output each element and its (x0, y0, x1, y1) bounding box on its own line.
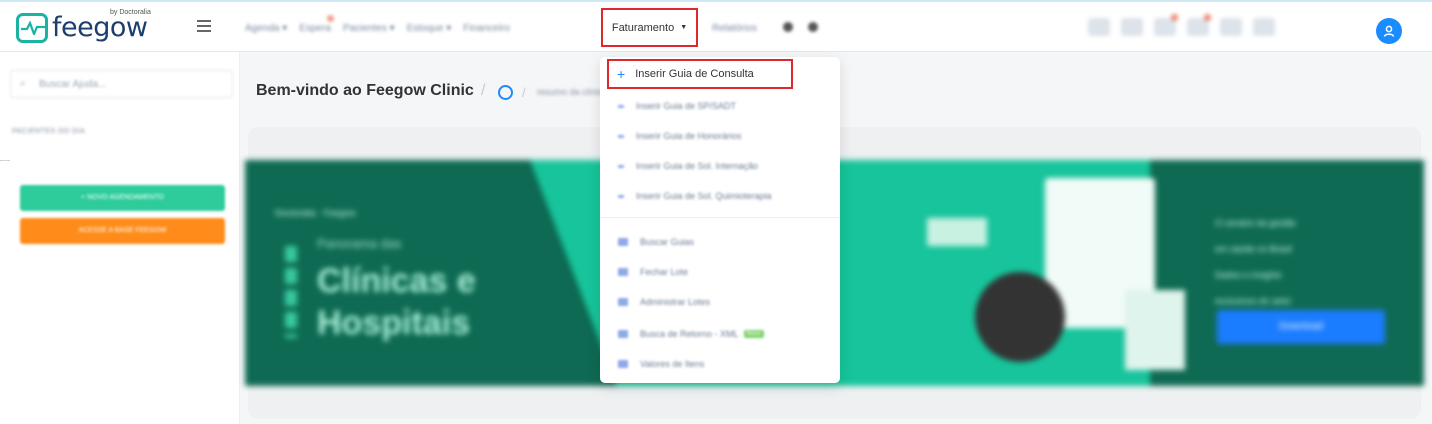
breadcrumb-current: resumo da clínica (537, 87, 608, 97)
new-badge: Novo (743, 330, 764, 338)
banner-bars (285, 246, 297, 338)
nav-extra-icons (783, 22, 818, 32)
banner-download-button[interactable]: Download (1217, 310, 1385, 344)
plus-icon (618, 194, 624, 198)
gear-icon[interactable] (783, 22, 793, 32)
menu-item-label: Buscar Guias (640, 237, 695, 247)
sidebar: ⌕ Buscar Ajuda... PACIENTES DO DIA + NOV… (0, 52, 240, 424)
menu-item-label: Inserir Guia de Sol. Quimioterapia (636, 191, 772, 201)
menu-item-label: Busca de Retorno - XML (640, 329, 739, 339)
plus-icon: + (617, 66, 626, 82)
nav-item-financeiro[interactable]: Financeiro (463, 23, 510, 34)
menu-divider (600, 217, 840, 218)
menu-item-valores-itens[interactable]: Valores de Itens (618, 359, 704, 369)
search-placeholder: Buscar Ajuda... (39, 79, 107, 90)
feegow-base-button[interactable]: ACESSE A BASE FEEGOW (20, 218, 225, 244)
menu-item-label: Inserir Guia de Sol. Internação (636, 161, 759, 171)
plus-icon (618, 104, 624, 108)
feegow-logo[interactable]: feegow by Doctoralia (16, 9, 151, 43)
page-title: Bem-vindo ao Feegow Clinic (256, 82, 474, 99)
faturamento-dropdown: + Inserir Guia de Consulta Inserir Guia … (600, 57, 840, 383)
nav-item-relatorios[interactable]: Relatórios (712, 23, 757, 34)
breadcrumb-separator: / (522, 85, 526, 100)
menu-item-label: Fechar Lote (640, 267, 689, 277)
plus-icon (618, 164, 624, 168)
menu-item-buscar-guias[interactable]: Buscar Guias (618, 237, 694, 247)
menu-item-fechar-lote[interactable]: Fechar Lote (618, 267, 688, 277)
banner-headline-line1: Clínicas e (317, 262, 476, 300)
banner-subtitle: Panorama das (317, 236, 402, 251)
banner-tag (927, 218, 987, 246)
menu-item-label: Inserir Guia de Consulta (635, 68, 754, 80)
nav-item-faturamento[interactable]: Faturamento ▼ (601, 8, 698, 47)
menu-item-label: Valores de Itens (640, 359, 705, 369)
new-appointment-button[interactable]: + NOVO AGENDAMENTO (20, 185, 225, 211)
search-list-icon (618, 238, 628, 246)
banner-headline-line2: Hospitais (317, 304, 471, 342)
notification-badge (326, 14, 334, 22)
caret-down-icon: ▼ (680, 24, 688, 31)
breadcrumb-separator: / (481, 82, 486, 99)
dashboard-icon[interactable] (498, 85, 513, 100)
toolbar-icons (1088, 14, 1275, 36)
cloud-icon (618, 330, 628, 338)
calendar-icon[interactable] (1220, 18, 1242, 36)
plus-icon[interactable] (808, 22, 818, 32)
plus-icon (618, 134, 624, 138)
nav-item-agenda[interactable]: Agenda ▾ (245, 23, 287, 34)
menu-item-administrar-lotes[interactable]: Administrar Lotes (618, 297, 710, 307)
table-icon (618, 360, 628, 368)
list-icon (618, 268, 628, 276)
help-search-input[interactable]: ⌕ Buscar Ajuda... (10, 70, 233, 98)
folder-icon (618, 298, 628, 306)
user-avatar[interactable] (1376, 18, 1402, 44)
main-nav: Agenda ▾ Espera Pacientes ▾ Estoque ▾ Fi… (245, 2, 522, 54)
mail-icon[interactable] (1121, 18, 1143, 36)
top-bar: feegow by Doctoralia Agenda ▾ Espera Pac… (0, 0, 1432, 52)
menu-item-guia-honorarios[interactable]: Inserir Guia de Honorários (618, 131, 742, 141)
menu-item-busca-retorno-xml[interactable]: Busca de Retorno - XML Novo (618, 329, 764, 339)
banner-list-item: Dados e insights (1215, 270, 1282, 280)
menu-item-guia-internacao[interactable]: Inserir Guia de Sol. Internação (618, 161, 758, 171)
nav-active-label: Faturamento (611, 21, 675, 34)
brand-name: feegow (52, 12, 148, 43)
menu-item-label: Administrar Lotes (640, 297, 711, 307)
menu-item-guia-quimioterapia[interactable]: Inserir Guia de Sol. Quimioterapia (618, 191, 772, 201)
chat-icon[interactable] (1154, 14, 1178, 36)
banner-list: O cenário da gestão em saúde no Brasil D… (1215, 210, 1296, 314)
bell-icon[interactable] (1187, 14, 1211, 36)
pulse-icon (16, 12, 48, 43)
search-icon: ⌕ (20, 78, 26, 89)
banner-logos: Doctoralia · Feegow (275, 208, 356, 218)
menu-item-inserir-guia-consulta[interactable]: + Inserir Guia de Consulta (607, 59, 793, 89)
nav-item-estoque[interactable]: Estoque ▾ (407, 23, 452, 34)
banner-cta-label: Download (1278, 321, 1324, 332)
edit-icon[interactable] (1088, 18, 1110, 36)
banner-speaker-image (975, 272, 1065, 362)
banner-list-item: em saúde no Brasil (1215, 244, 1293, 254)
menu-item-label: Inserir Guia de Honorários (636, 131, 742, 141)
nav-item-espera[interactable]: Espera (299, 14, 334, 34)
banner-list-item: O cenário da gestão (1215, 218, 1297, 228)
menu-item-label: Inserir Guia de SP/SADT (636, 101, 737, 111)
user-icon (1383, 25, 1395, 37)
menu-item-guia-spsadt[interactable]: Inserir Guia de SP/SADT (618, 101, 736, 111)
banner-headline: Clínicas e Hospitais (317, 260, 476, 344)
section-label: PACIENTES DO DIA (12, 128, 86, 135)
settings-icon[interactable] (1253, 18, 1275, 36)
menu-icon[interactable] (197, 20, 211, 35)
brand-by: by Doctoralia (110, 9, 151, 16)
banner-clipboard-image (1125, 290, 1185, 370)
divider (0, 160, 10, 161)
nav-item-pacientes[interactable]: Pacientes ▾ (343, 23, 395, 34)
